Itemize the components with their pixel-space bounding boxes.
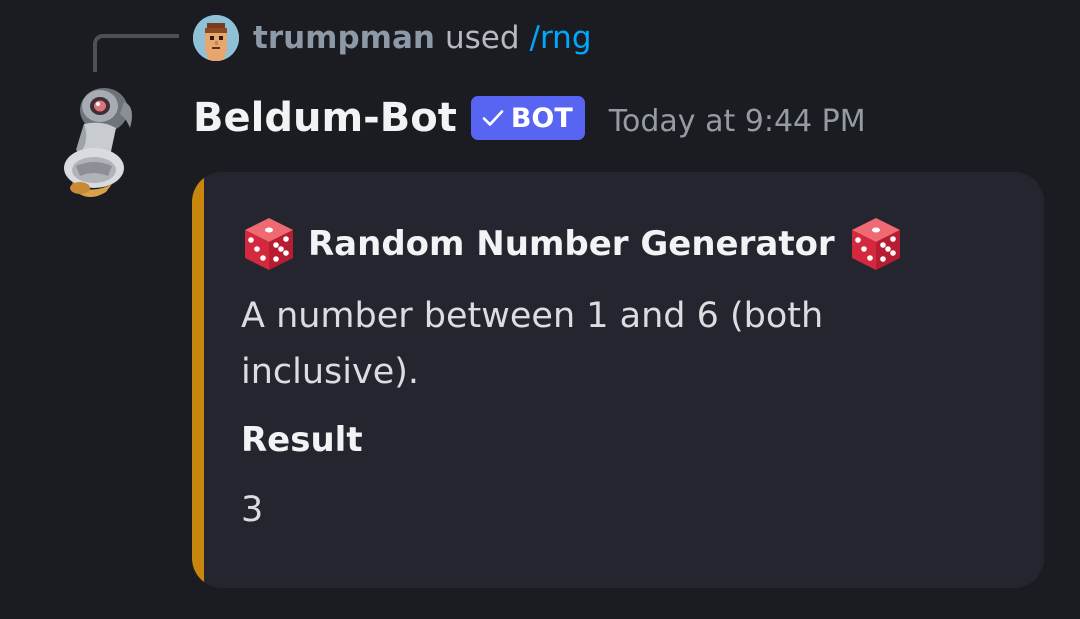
chat-message: trumpman used /rng Beldum-Bot BOT Today … [0, 0, 1080, 619]
game-die-icon [245, 218, 293, 270]
author-name[interactable]: Beldum-Bot [193, 95, 457, 141]
reply-connector-line [93, 34, 179, 72]
reply-used-text: used [444, 20, 520, 56]
embed-accent-bar [192, 172, 204, 588]
message-timestamp[interactable]: Today at 9:44 PM [609, 104, 866, 139]
message-embed: Random Number Generator A number between… [192, 172, 1044, 588]
reply-username[interactable]: trumpman [253, 20, 435, 56]
bot-tag-badge: BOT [470, 96, 585, 140]
verified-check-icon [482, 110, 504, 126]
reply-command-link[interactable]: /rng [530, 20, 592, 56]
embed-title-text: Random Number Generator [308, 224, 835, 264]
bot-avatar[interactable] [50, 84, 146, 204]
embed-description: A number between 1 and 6 (both inclusive… [241, 296, 824, 392]
reply-user-avatar[interactable] [193, 15, 239, 61]
bot-tag-label: BOT [510, 102, 573, 134]
message-header: Beldum-Bot BOT Today at 9:44 PM [193, 92, 866, 144]
embed-field-value: 3 [241, 490, 264, 530]
embed-field-name: Result [241, 420, 363, 460]
game-die-icon [851, 218, 900, 270]
embed-title: Random Number Generator [242, 214, 903, 274]
interaction-reply[interactable]: trumpman used /rng [193, 14, 592, 62]
